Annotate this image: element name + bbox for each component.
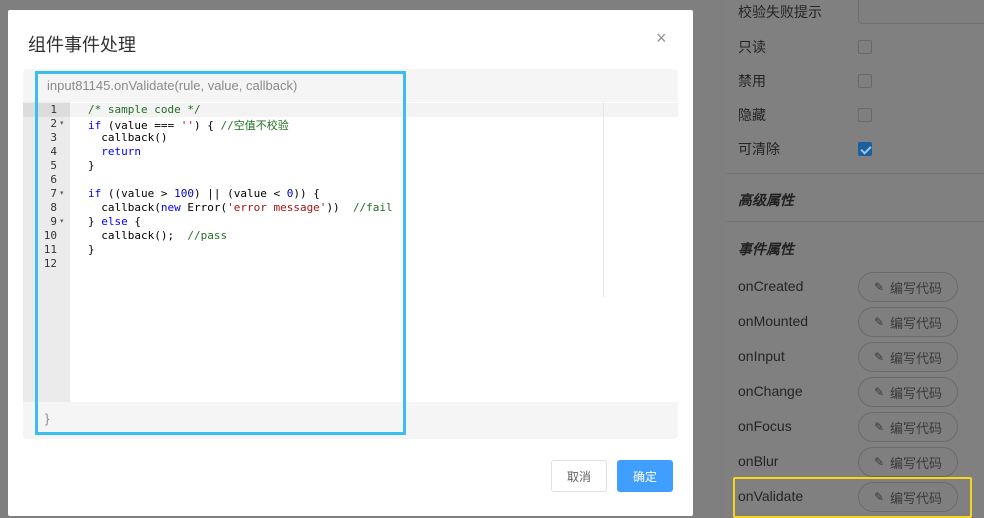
hidden-checkbox[interactable]	[858, 108, 872, 122]
onvalidate-highlight	[733, 477, 972, 518]
write-code-label: 编写代码	[890, 420, 943, 436]
write-code-label: 编写代码	[890, 315, 943, 331]
readonly-label: 只读	[738, 39, 766, 55]
event-properties-title: 事件属性	[738, 241, 794, 257]
validation-hint-label: 校验失败提示	[738, 4, 822, 20]
hidden-label: 隐藏	[738, 107, 766, 123]
code-region-highlight	[35, 71, 406, 435]
section-divider	[726, 173, 984, 174]
event-label-onmounted: onMounted	[738, 313, 809, 329]
edit-pen-icon: ✎	[873, 280, 885, 294]
readonly-checkbox[interactable]	[858, 40, 872, 54]
write-code-button-onmounted[interactable]: ✎ 编写代码	[858, 307, 958, 337]
write-code-button-oninput[interactable]: ✎ 编写代码	[858, 342, 958, 372]
edit-pen-icon: ✎	[873, 385, 885, 399]
write-code-label: 编写代码	[890, 280, 943, 296]
edit-pen-icon: ✎	[873, 420, 885, 434]
write-code-button-onblur[interactable]: ✎ 编写代码	[858, 447, 958, 477]
event-label-oninput: onInput	[738, 348, 785, 364]
disabled-label: 禁用	[738, 73, 766, 89]
write-code-button-oncreated[interactable]: ✎ 编写代码	[858, 272, 958, 302]
write-code-label: 编写代码	[890, 385, 943, 401]
clearable-label: 可清除	[738, 141, 780, 157]
close-icon[interactable]: ×	[656, 28, 667, 49]
edit-pen-icon: ✎	[873, 350, 885, 364]
advanced-properties-title: 高级属性	[738, 192, 794, 208]
edit-pen-icon: ✎	[873, 315, 885, 329]
write-code-button-onfocus[interactable]: ✎ 编写代码	[858, 412, 958, 442]
print-margin	[603, 102, 604, 297]
write-code-label: 编写代码	[890, 350, 943, 366]
event-label-onchange: onChange	[738, 383, 803, 399]
write-code-label: 编写代码	[890, 455, 943, 471]
dialog-title: 组件事件处理	[28, 35, 136, 55]
edit-pen-icon: ✎	[873, 455, 885, 469]
write-code-button-onchange[interactable]: ✎ 编写代码	[858, 377, 958, 407]
section-divider	[726, 221, 984, 222]
disabled-checkbox[interactable]	[858, 74, 872, 88]
clearable-checkbox[interactable]	[858, 142, 872, 156]
confirm-button[interactable]: 确定	[617, 460, 673, 492]
cancel-button[interactable]: 取消	[551, 460, 607, 492]
event-label-onblur: onBlur	[738, 453, 779, 469]
event-label-onfocus: onFocus	[738, 418, 792, 434]
event-label-oncreated: onCreated	[738, 278, 804, 294]
validation-hint-input[interactable]	[858, 0, 984, 24]
